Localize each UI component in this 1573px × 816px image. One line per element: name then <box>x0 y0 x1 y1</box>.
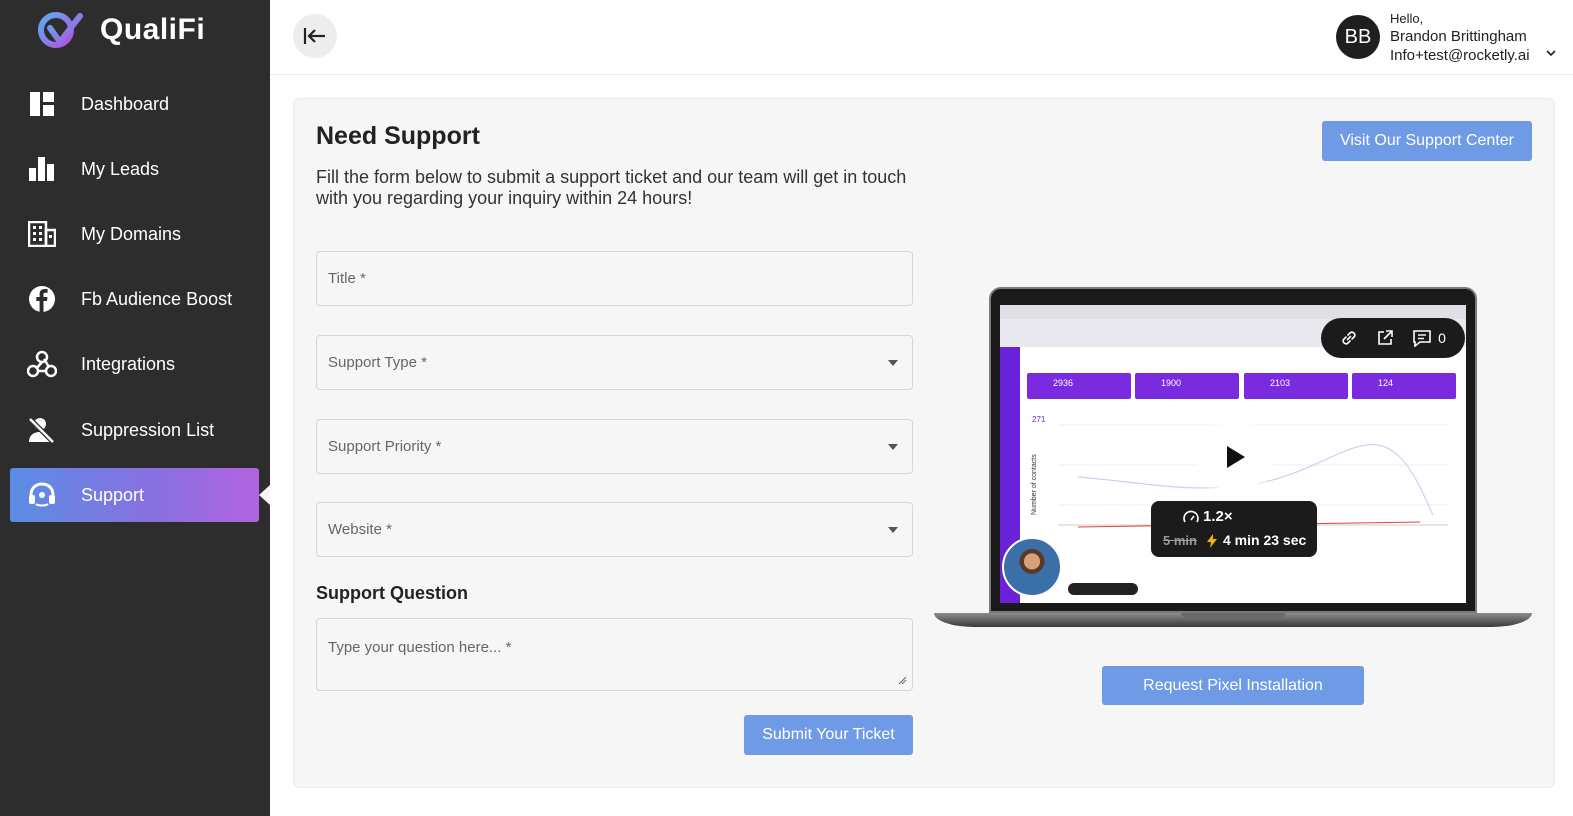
title-field[interactable]: Title * <box>316 251 913 306</box>
video-browser-tabs <box>1000 305 1466 319</box>
sidebar-item-label: Support <box>81 484 145 505</box>
website-placeholder: Website * <box>328 521 392 538</box>
speedometer-icon <box>1183 510 1199 523</box>
video-toolbar: 0 <box>1321 318 1465 358</box>
support-video-player[interactable]: 2936 1900 2103 124 271 Number of contact… <box>934 287 1532 632</box>
avatar[interactable]: BB <box>1336 15 1380 59</box>
video-mini-controls[interactable] <box>1068 583 1138 595</box>
svg-text:Number of contacts: Number of contacts <box>1031 454 1038 515</box>
presenter-avatar <box>1002 537 1062 597</box>
page-description: Fill the form below to submit a support … <box>316 167 907 208</box>
sidebar-item-my-domains[interactable]: My Domains <box>10 207 259 261</box>
video-stat-value: 2103 <box>1270 378 1291 388</box>
dropdown-caret-icon <box>888 360 898 366</box>
top-header: BB Hello, Brandon Brittingham Info+test@… <box>270 0 1573 75</box>
sidebar-item-my-leads[interactable]: My Leads <box>10 142 259 196</box>
sidebar-item-fb-audience-boost[interactable]: Fb Audience Boost <box>10 272 259 326</box>
headset-icon <box>26 479 58 511</box>
play-icon <box>1227 446 1245 468</box>
support-type-placeholder: Support Type * <box>328 354 427 371</box>
request-pixel-installation-button[interactable]: Request Pixel Installation <box>1102 666 1364 705</box>
brand-name: QualiFi <box>100 13 206 46</box>
submit-ticket-button[interactable]: Submit Your Ticket <box>744 715 913 755</box>
sidebar-item-suppression-list[interactable]: Suppression List <box>10 403 259 457</box>
building-icon <box>26 218 58 250</box>
sidebar-item-integrations[interactable]: Integrations <box>10 337 259 391</box>
playback-speed: 1.2× <box>1203 508 1233 525</box>
chevron-down-icon[interactable] <box>1546 49 1556 57</box>
support-question-placeholder: Type your question here... * <box>328 639 512 656</box>
sidebar-item-support[interactable]: Support <box>10 468 259 522</box>
sidebar-item-label: Suppression List <box>81 419 215 440</box>
link-icon[interactable] <box>1340 329 1358 347</box>
greeting: Hello, <box>1390 11 1424 26</box>
sidebar-item-label: Dashboard <box>81 93 170 114</box>
visit-support-center-button[interactable]: Visit Our Support Center <box>1322 121 1532 161</box>
dropdown-caret-icon <box>888 527 898 533</box>
original-duration: 5 min <box>1163 533 1197 548</box>
playback-speed-badge[interactable]: 1.2× 5 min 4 min 23 sec <box>1151 501 1317 557</box>
user-email: Info+test@rocketly.ai <box>1390 47 1530 64</box>
video-stat-card: 2936 <box>1027 373 1131 399</box>
qualifi-logo[interactable]: QualiFi <box>36 10 205 50</box>
webhook-icon <box>26 348 58 380</box>
collapse-arrow-icon <box>303 28 325 44</box>
sidebar-item-label: Integrations <box>81 353 176 374</box>
title-placeholder: Title * <box>328 270 366 287</box>
sidebar: QualiFi Dashboard My Leads My Domains Fb… <box>0 0 270 816</box>
video-stat-card: 1900 <box>1135 373 1239 399</box>
support-card: Need Support Fill the form below to subm… <box>293 98 1555 788</box>
lightning-icon <box>1207 534 1217 548</box>
user-block-icon <box>26 414 58 446</box>
play-button[interactable] <box>1200 422 1270 492</box>
sped-up-duration: 4 min 23 sec <box>1223 532 1307 548</box>
bar-chart-icon <box>26 153 58 185</box>
sidebar-item-label: Fb Audience Boost <box>81 288 233 309</box>
support-priority-select[interactable]: Support Priority * <box>316 419 913 474</box>
website-select[interactable]: Website * <box>316 502 913 557</box>
comment-count: 0 <box>1438 330 1446 346</box>
sidebar-item-label: My Leads <box>81 158 160 179</box>
laptop-lid: 2936 1900 2103 124 271 Number of contact… <box>989 287 1477 613</box>
user-menu[interactable]: Hello, Brandon Brittingham Info+test@roc… <box>1390 11 1530 65</box>
support-question-textarea[interactable]: Type your question here... * <box>316 618 913 691</box>
avatar-initials: BB <box>1344 25 1372 48</box>
comments-button[interactable]: 0 <box>1412 329 1446 347</box>
external-link-icon[interactable] <box>1376 329 1394 347</box>
video-stat-value: 2936 <box>1053 378 1074 388</box>
video-stat-card: 124 <box>1352 373 1456 399</box>
active-indicator-arrow <box>259 485 270 505</box>
sidebar-item-dashboard[interactable]: Dashboard <box>10 77 259 131</box>
comment-icon <box>1413 330 1431 347</box>
support-question-label: Support Question <box>316 583 468 603</box>
user-name: Brandon Brittingham <box>1390 28 1527 45</box>
qualifi-logo-icon <box>38 12 83 48</box>
video-stat-value: 124 <box>1378 378 1394 388</box>
resize-grip-icon[interactable] <box>898 676 907 685</box>
dashboard-icon <box>26 88 58 120</box>
page-title: Need Support <box>316 122 480 150</box>
video-stat-value: 1900 <box>1161 378 1182 388</box>
video-stat-card: 2103 <box>1244 373 1348 399</box>
video-screen[interactable]: 2936 1900 2103 124 271 Number of contact… <box>1000 305 1466 603</box>
sidebar-item-label: My Domains <box>81 223 182 244</box>
support-priority-placeholder: Support Priority * <box>328 438 442 455</box>
collapse-sidebar-button[interactable] <box>293 14 337 58</box>
main-content: Need Support Fill the form below to subm… <box>270 76 1573 816</box>
dropdown-caret-icon <box>888 444 898 450</box>
laptop-notch <box>1181 613 1285 618</box>
support-type-select[interactable]: Support Type * <box>316 335 913 390</box>
facebook-icon <box>26 283 58 315</box>
